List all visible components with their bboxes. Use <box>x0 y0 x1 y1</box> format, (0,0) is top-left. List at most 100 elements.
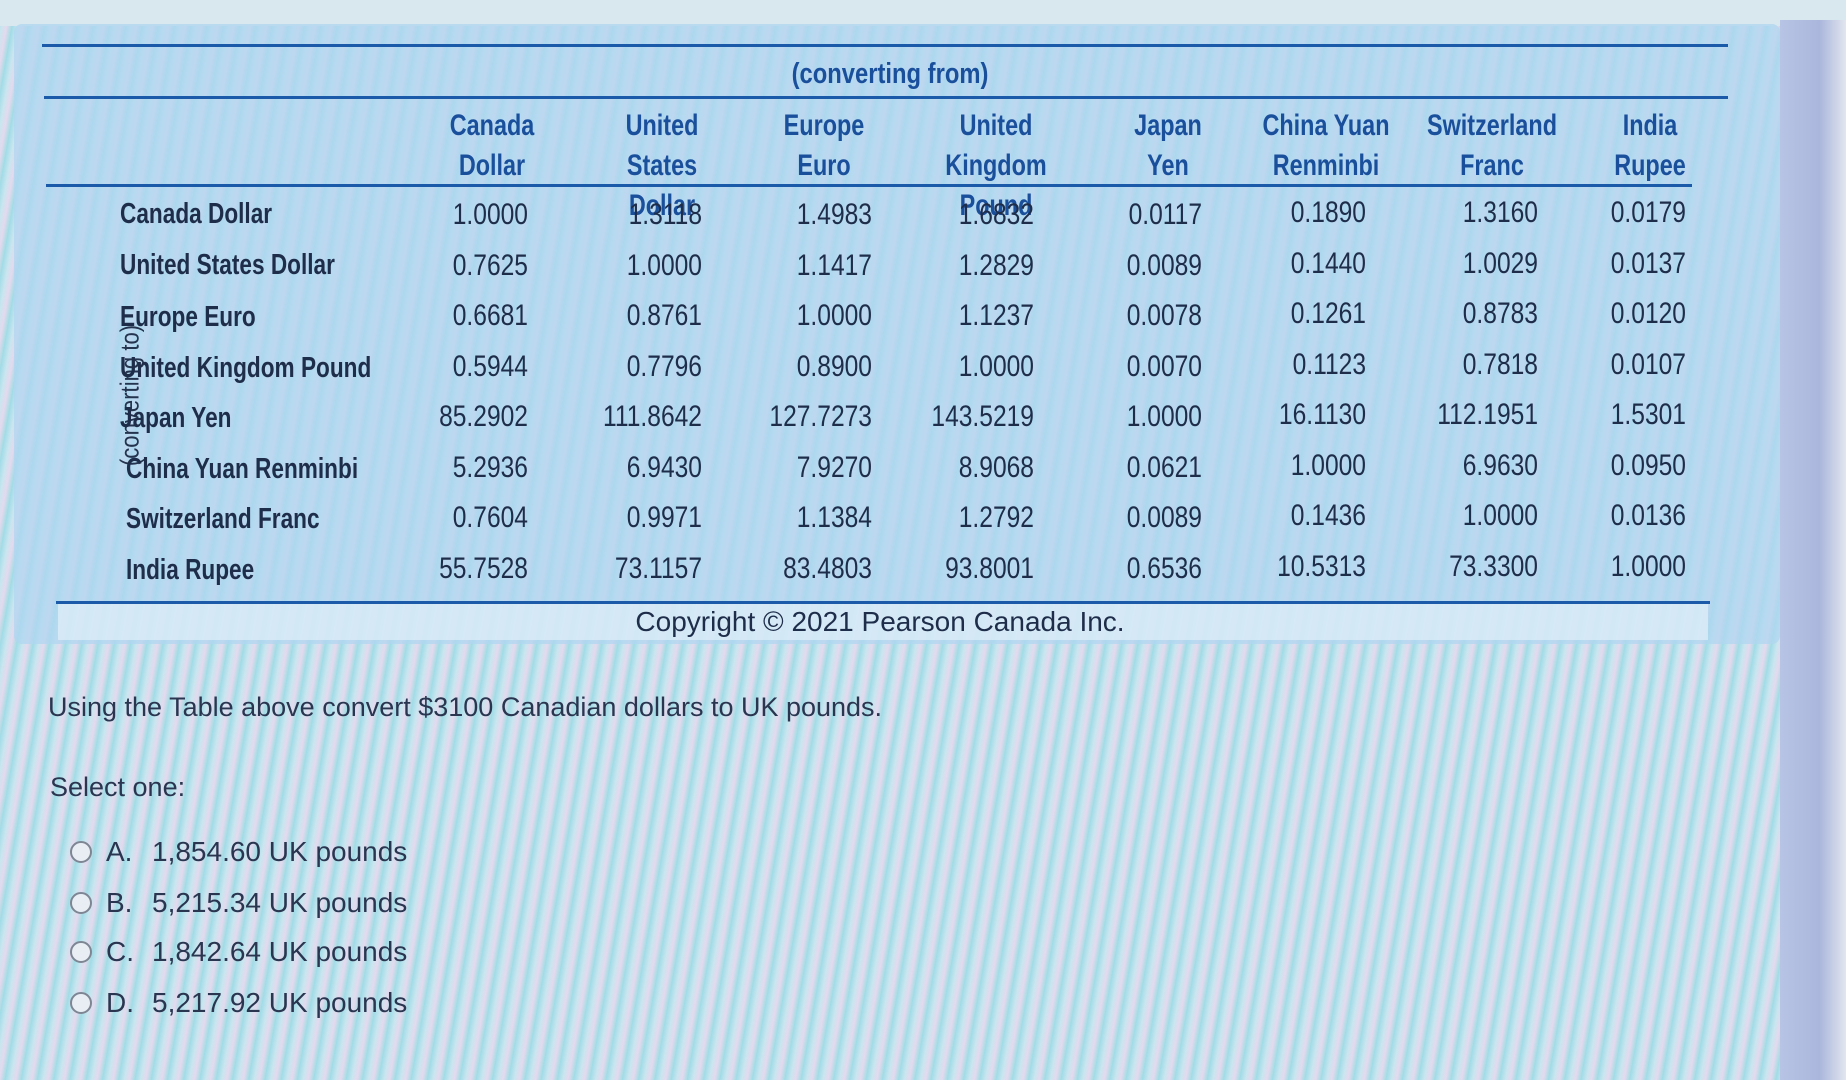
copyright-text: Copyright © 2021 Pearson Canada Inc. <box>635 606 1125 637</box>
option-letter: D. <box>106 987 134 1018</box>
table-cell: 0.0078 <box>1126 299 1202 332</box>
table-cell: 127.7273 <box>769 400 872 433</box>
select-one-prompt: Select one: <box>50 772 186 802</box>
radio-button-icon[interactable] <box>70 992 92 1014</box>
table-cell: 1.5301 <box>1610 398 1686 431</box>
column-header: Europe Euro <box>750 106 898 186</box>
table-cell: 1.0000 <box>626 248 702 282</box>
table-cell: 1.1417 <box>796 248 872 282</box>
option-text[interactable]: 5,215.34 UK pounds <box>152 887 407 919</box>
table-cell: 10.5313 <box>1277 549 1366 583</box>
table-cell: 6.9430 <box>626 450 702 484</box>
table-cell: 0.0120 <box>1610 297 1686 330</box>
table-cell: 1.0000 <box>1462 499 1538 532</box>
option-text[interactable]: 5,217.92 UK pounds <box>152 987 407 1019</box>
right-edge-scroll-area <box>1780 20 1846 1080</box>
table-cell: 0.6536 <box>1126 551 1202 585</box>
radio-button-icon[interactable] <box>70 892 92 914</box>
option-text[interactable]: 1,854.60 UK pounds <box>152 836 407 868</box>
table-cell: 112.1951 <box>1437 398 1538 431</box>
column-header-line1: United States <box>625 109 699 182</box>
answer-option[interactable]: C. 1,842.64 UK pounds <box>70 932 407 972</box>
table-cell: 1.4983 <box>796 198 872 231</box>
column-header-line1: Switzerland <box>1426 109 1558 142</box>
table-cell: 111.8642 <box>603 400 702 433</box>
column-header-line1: Japan <box>1134 109 1202 142</box>
row-label: Canada Dollar <box>120 198 273 230</box>
column-header-line1: India <box>1622 109 1678 142</box>
table-cell: 55.7528 <box>439 551 528 585</box>
column-header-line1: China Yuan <box>1262 109 1390 142</box>
table-cell: 0.1261 <box>1290 297 1366 330</box>
table-cell: 0.1436 <box>1290 499 1366 532</box>
table-cell: 0.0950 <box>1610 448 1686 482</box>
table-cell: 0.1123 <box>1292 347 1366 381</box>
table-cell: 1.2792 <box>958 501 1034 534</box>
row-label: United Kingdom Pound <box>120 351 372 384</box>
column-header-line2: Rupee <box>1614 149 1686 182</box>
column-header-line2: Euro <box>797 149 851 182</box>
column-header: Switzerland Franc <box>1418 106 1566 186</box>
column-header: Canada Dollar <box>418 106 566 186</box>
answer-option[interactable]: A. 1,854.60 UK pounds <box>70 832 407 872</box>
table-cell: 0.9971 <box>626 501 702 534</box>
table-cell: 1.3160 <box>1462 196 1538 229</box>
row-label: Switzerland Franc <box>126 503 320 535</box>
table-cell: 1.0000 <box>1290 448 1366 482</box>
table-cell: 8.9068 <box>958 450 1034 484</box>
table-cell: 0.0136 <box>1610 499 1686 532</box>
table-cell: 0.7625 <box>452 248 528 282</box>
table-cell: 0.0089 <box>1126 248 1202 282</box>
table-cell: 5.2936 <box>452 450 528 484</box>
table-cell: 0.7796 <box>626 349 702 383</box>
column-header-line1: Europe <box>783 109 865 142</box>
table-cell: 0.0137 <box>1610 246 1686 280</box>
option-letter: A. <box>106 836 133 867</box>
table-cell: 0.8783 <box>1462 297 1538 330</box>
table-cell: 0.0117 <box>1128 198 1202 231</box>
table-top-rule <box>42 44 1728 47</box>
table-cell: 1.0000 <box>1610 549 1686 583</box>
table-cell: 0.8761 <box>626 299 702 332</box>
table-cell: 143.5219 <box>931 400 1034 433</box>
table-cell: 0.0070 <box>1126 349 1202 383</box>
table-cell: 1.0000 <box>958 349 1034 383</box>
radio-button-icon[interactable] <box>70 941 92 963</box>
column-header: Japan Yen <box>1094 106 1242 186</box>
table-cell: 0.6681 <box>452 299 528 332</box>
table-cell: 1.1384 <box>796 501 872 534</box>
table-cell: 1.0029 <box>1462 246 1538 280</box>
table-cell: 93.8001 <box>945 551 1034 585</box>
option-text[interactable]: 1,842.64 UK pounds <box>152 936 407 968</box>
converting-from-caption: (converting from) <box>791 58 989 90</box>
table-cell: 83.4803 <box>783 551 872 585</box>
option-letter: C. <box>106 936 134 967</box>
caption-rule <box>44 96 1728 99</box>
column-header-line1: Canada <box>449 109 535 142</box>
header-bottom-rule <box>46 184 1692 187</box>
option-letter: B. <box>106 887 133 918</box>
table-cell: 0.0089 <box>1126 501 1202 534</box>
table-cell: 0.0621 <box>1126 450 1202 484</box>
row-label: India Rupee <box>126 553 255 586</box>
table-cell: 1.0000 <box>1126 400 1202 433</box>
column-header: India Rupee <box>1576 106 1724 186</box>
radio-button-icon[interactable] <box>70 841 92 863</box>
answer-option[interactable]: B. 5,215.34 UK pounds <box>70 883 407 923</box>
table-cell: 0.0107 <box>1610 347 1686 381</box>
column-header-line2: Renminbi <box>1272 149 1380 182</box>
table-cell: 0.1890 <box>1290 196 1366 229</box>
top-strip <box>0 0 1846 26</box>
table-cell: 1.0000 <box>796 299 872 332</box>
table-cell: 7.9270 <box>796 450 872 484</box>
row-label: China Yuan Renminbi <box>126 452 359 485</box>
table-cell: 1.2829 <box>958 248 1034 282</box>
table-cell: 0.8900 <box>796 349 872 383</box>
column-header-line2: Dollar <box>458 149 526 182</box>
table-cell: 16.1130 <box>1278 398 1366 431</box>
row-label: Europe Euro <box>120 301 256 333</box>
column-header-line2: Yen <box>1147 149 1189 182</box>
answer-option[interactable]: D. 5,217.92 UK pounds <box>70 983 407 1023</box>
row-label: Japan Yen <box>120 402 232 434</box>
column-header-line1: United Kingdom <box>945 109 1047 182</box>
